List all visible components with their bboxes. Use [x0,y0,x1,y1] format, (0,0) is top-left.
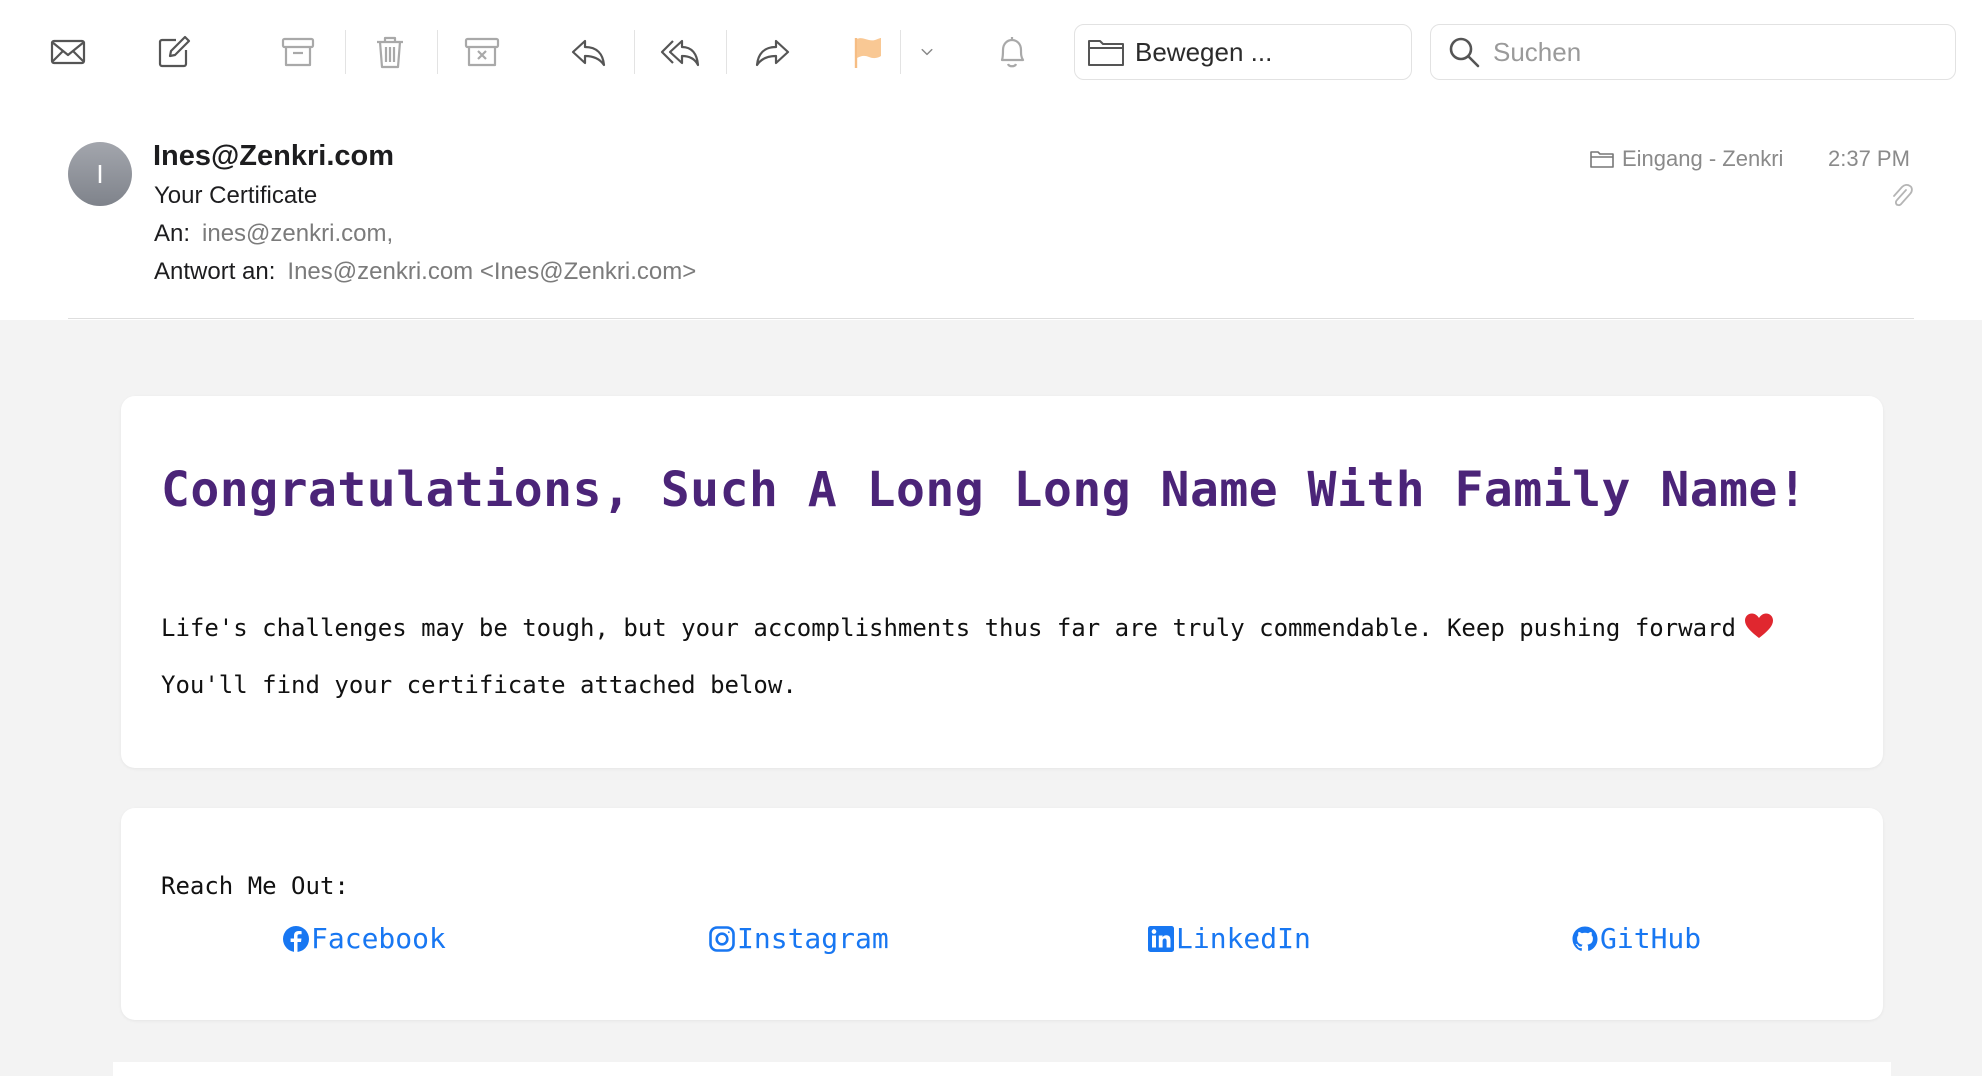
notify-button[interactable] [984,24,1040,80]
sender-address[interactable]: Ines@Zenkri.com [153,140,394,173]
toolbar-separator [345,30,346,74]
message-line: Life's challenges may be tough, but your… [161,612,1774,642]
recipient-address[interactable]: ines@zenkri.com, [202,220,393,247]
reply-to-address[interactable]: Ines@zenkri.com <Ines@Zenkri.com> [287,258,696,285]
congrats-heading: Congratulations, Such A Long Long Name W… [161,462,1808,518]
github-icon [1572,926,1598,951]
folder-icon [1088,40,1124,66]
avatar: I [68,142,132,206]
compose-button[interactable] [146,24,202,80]
junk-icon [464,37,500,67]
reply-all-icon [660,39,700,67]
forward-icon [755,39,790,67]
congrats-card: Congratulations, Such A Long Long Name W… [121,396,1883,768]
facebook-link[interactable]: Facebook [282,922,446,955]
reply-button[interactable] [560,24,616,80]
github-link[interactable]: GitHub [1571,922,1701,955]
message-header: I Ines@Zenkri.com Your Certificate An: in… [0,102,1982,320]
recipient-row: An: ines@zenkri.com, [154,220,393,248]
mail-window: Bewegen ... I Ines@Zenkri.com Your Certi… [0,0,1982,1076]
reply-icon [571,39,606,67]
toolbar-separator [634,30,635,74]
message-text: Life's challenges may be tough, but your… [161,614,1736,642]
flag-button[interactable] [840,24,896,80]
message-time: 2:37 PM [1828,146,1910,171]
mailbox-location[interactable]: Eingang - Zenkri [1590,146,1783,172]
move-to-mailbox-button[interactable]: Bewegen ... [1074,24,1412,80]
move-label: Bewegen ... [1135,36,1273,67]
trash-icon [377,36,403,69]
github-label: GitHub [1600,922,1702,955]
archive-button[interactable] [270,24,326,80]
to-label: An: [154,220,191,247]
message-body: Congratulations, Such A Long Long Name W… [0,320,1982,1076]
reply-to-label: Antwort an: [154,258,276,285]
archive-icon [281,37,315,67]
instagram-link[interactable]: Instagram [708,922,889,955]
reply-all-button[interactable] [652,24,708,80]
toolbar-separator [437,30,438,74]
reach-label: Reach Me Out: [161,872,349,900]
get-mail-button[interactable] [40,24,96,80]
mailbox-name: Eingang - Zenkri [1622,146,1784,171]
social-card: Reach Me Out: Facebook Instagram LinkedI… [121,808,1883,1020]
junk-button[interactable] [454,24,510,80]
facebook-label: Facebook [311,922,446,955]
instagram-icon [709,925,735,952]
message-subject: Your Certificate [154,182,318,209]
search-field[interactable] [1430,24,1956,80]
flag-icon [854,38,881,68]
certificate-note: You'll find your certificate attached be… [161,671,797,699]
toolbar-separator [726,30,727,74]
envelope-icon [50,39,86,65]
heart-icon [1744,613,1773,638]
facebook-icon [283,925,309,952]
delete-button[interactable] [362,24,418,80]
header-divider [68,318,1914,319]
toolbar-separator [900,30,901,74]
linkedin-label: LinkedIn [1176,922,1311,955]
chevron-down-icon [921,48,933,56]
instagram-label: Instagram [737,922,889,955]
compose-icon [158,35,191,68]
reply-to-row: Antwort an: Ines@zenkri.com <Ines@Zenkri.… [154,258,696,286]
linkedin-link[interactable]: LinkedIn [1147,922,1311,955]
bell-icon [1000,37,1025,68]
flag-menu-button[interactable] [912,24,942,80]
linkedin-icon [1148,925,1174,952]
toolbar: Bewegen ... [0,0,1982,102]
search-icon [1449,37,1480,68]
forward-button[interactable] [745,24,801,80]
folder-icon [1590,151,1614,168]
paperclip-icon[interactable] [1888,182,1914,210]
next-card [113,1062,1891,1076]
search-input[interactable] [1493,36,1913,68]
